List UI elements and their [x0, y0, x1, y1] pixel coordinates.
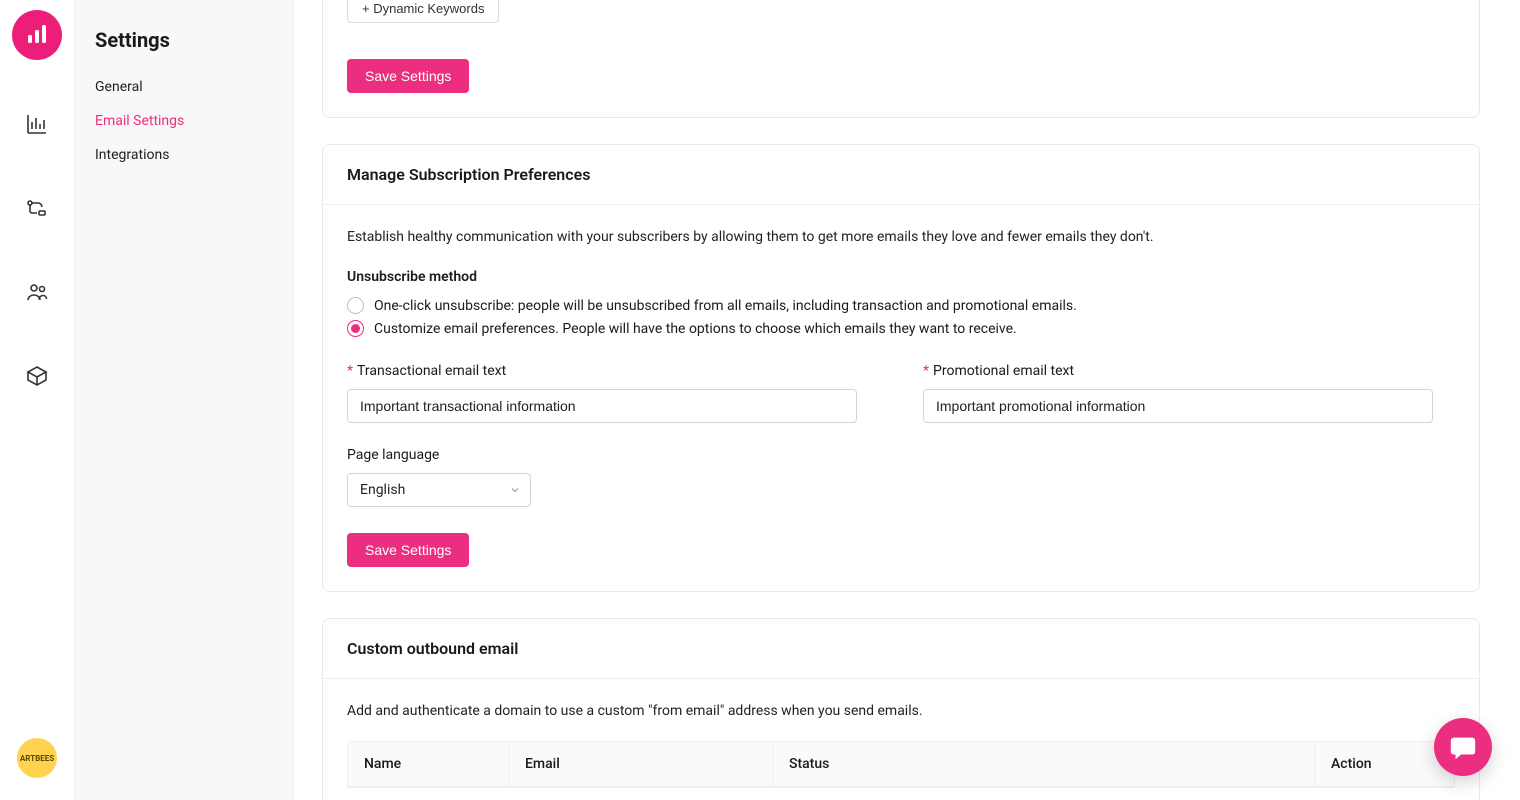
save-settings-button[interactable]: Save Settings: [347, 533, 469, 567]
box-icon: [25, 364, 49, 388]
sidebar-item-label: Email Settings: [95, 113, 184, 129]
main-content[interactable]: + Dynamic Keywords Save Settings Manage …: [294, 0, 1520, 800]
chat-icon: [1448, 732, 1478, 762]
card-subscription-preferences: Manage Subscription Preferences Establis…: [322, 144, 1480, 592]
transactional-field: * Transactional email text: [347, 363, 879, 423]
user-avatar[interactable]: ARTBEES: [17, 738, 57, 778]
radio-customize-input[interactable]: [347, 320, 364, 337]
analytics-icon: [25, 112, 49, 136]
nav-flows[interactable]: [17, 188, 57, 228]
radio-oneclick-row[interactable]: One-click unsubscribe: people will be un…: [347, 297, 1455, 314]
sidebar-item-integrations[interactable]: Integrations: [85, 138, 283, 172]
radio-oneclick-input[interactable]: [347, 297, 364, 314]
transactional-input[interactable]: [347, 389, 857, 423]
save-settings-button-top[interactable]: Save Settings: [347, 59, 469, 93]
transactional-label: Transactional email text: [357, 363, 506, 379]
audience-icon: [25, 280, 49, 304]
sidebar-item-email-settings[interactable]: Email Settings: [85, 104, 283, 138]
outbound-email-table: Name Email Status Action: [347, 741, 1455, 788]
dynamic-keywords-button[interactable]: + Dynamic Keywords: [347, 0, 499, 23]
avatar-label: ARTBEES: [20, 754, 54, 763]
subscription-description: Establish healthy communication with you…: [347, 229, 1455, 245]
page-language-label: Page language: [347, 447, 439, 463]
card-keywords: + Dynamic Keywords Save Settings: [322, 0, 1480, 118]
chat-launcher[interactable]: [1434, 718, 1492, 776]
page-language-select[interactable]: English: [347, 473, 531, 507]
sidebar-title: Settings: [85, 18, 283, 62]
sidebar-item-label: General: [95, 79, 143, 95]
radio-oneclick-label: One-click unsubscribe: people will be un…: [374, 298, 1077, 314]
nav-products[interactable]: [17, 356, 57, 396]
promotional-input[interactable]: [923, 389, 1433, 423]
sidebar-item-label: Integrations: [95, 147, 169, 163]
col-name: Name: [348, 742, 508, 787]
nav-audience[interactable]: [17, 272, 57, 312]
required-marker: *: [347, 363, 353, 379]
unsubscribe-method-heading: Unsubscribe method: [347, 269, 1455, 285]
nav-analytics[interactable]: [17, 104, 57, 144]
page-language-value: English: [360, 482, 405, 498]
promotional-field: * Promotional email text: [923, 363, 1455, 423]
promotional-label: Promotional email text: [933, 363, 1074, 379]
settings-sidebar: Settings General Email Settings Integrat…: [74, 0, 294, 800]
col-status: Status: [772, 742, 1314, 787]
required-marker: *: [923, 363, 929, 379]
outbound-description: Add and authenticate a domain to use a c…: [347, 703, 1455, 719]
card-custom-outbound-email: Custom outbound email Add and authentica…: [322, 618, 1480, 800]
sidebar-item-general[interactable]: General: [85, 70, 283, 104]
card-title: Custom outbound email: [347, 639, 1455, 658]
col-action: Action: [1314, 742, 1454, 787]
icon-rail: ARTBEES: [0, 0, 74, 800]
bar-chart-logo-icon: [26, 25, 48, 45]
app-logo[interactable]: [12, 10, 62, 60]
flows-icon: [25, 196, 49, 220]
card-title: Manage Subscription Preferences: [347, 165, 1455, 184]
radio-customize-label: Customize email preferences. People will…: [374, 321, 1017, 337]
col-email: Email: [508, 742, 772, 787]
radio-customize-row[interactable]: Customize email preferences. People will…: [347, 320, 1455, 337]
